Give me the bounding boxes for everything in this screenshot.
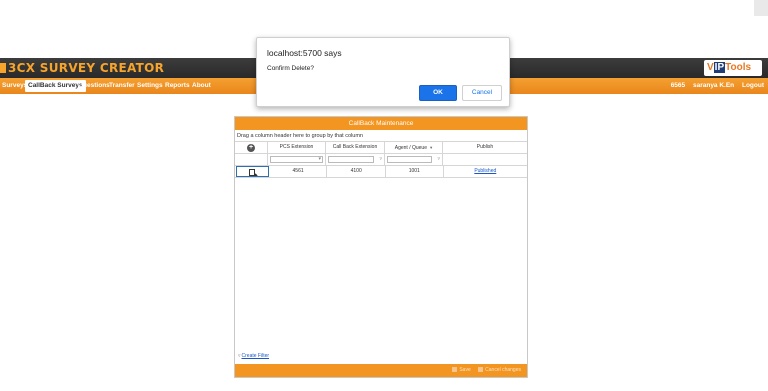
dropdown-arrow-icon[interactable]: ▾	[318, 154, 321, 165]
cancel-changes-button[interactable]: Cancel changes	[478, 367, 521, 373]
window-scroll-corner	[754, 0, 768, 16]
logo-v: V	[707, 62, 714, 73]
filter-call-back-extension: ▿	[326, 154, 385, 165]
nav-transfer[interactable]: Transfer	[109, 80, 135, 92]
nav-surveys[interactable]: Surveys	[2, 80, 27, 92]
app-logo-icon	[0, 63, 6, 73]
app-title-text: 3CX SURVEY CREATOR	[8, 61, 165, 75]
callback-grid: + PCS Extension Call Back Extension Agen…	[235, 142, 527, 178]
voiptools-logo: VIPTools	[704, 60, 762, 76]
dialog-message: Confirm Delete?	[267, 65, 314, 72]
filter-cell-empty	[235, 154, 268, 165]
dialog-title: localhost:5700 says	[267, 48, 342, 58]
page: 3CX SURVEY CREATOR VIPTools Surveys Call…	[0, 0, 768, 391]
nav-reports[interactable]: Reports	[165, 80, 190, 92]
cancel-button[interactable]: Cancel	[462, 85, 502, 101]
filter-agent-queue-input[interactable]	[387, 156, 432, 163]
add-icon[interactable]: +	[247, 144, 255, 152]
sort-arrow-icon: ▾	[429, 145, 433, 150]
group-drop-area[interactable]: Drag a column header here to group by th…	[235, 130, 527, 142]
column-header-pcs-extension[interactable]: PCS Extension	[268, 142, 326, 153]
column-header-call-back-extension[interactable]: Call Back Extension	[326, 142, 385, 153]
nav-callback-surveys[interactable]: CallBack Surveys	[25, 80, 86, 92]
filter-icon[interactable]: ▿	[437, 154, 440, 165]
filter-publish	[443, 154, 527, 165]
panel-footer: Save Cancel changes	[235, 364, 527, 377]
logo-ip: IP	[713, 62, 726, 73]
create-filter[interactable]: ▿Create Filter	[238, 353, 269, 359]
user-area: 6565 saranya K.En Logout	[665, 80, 764, 92]
cell-publish: Published	[444, 166, 527, 177]
callback-maintenance-panel: CallBack Maintenance Drag a column heade…	[234, 116, 528, 378]
logo-tools: Tools	[725, 62, 752, 73]
logout-link[interactable]: Logout	[742, 82, 764, 89]
grid-filter-row: ▾ ▿ ▿	[235, 154, 527, 166]
ok-button[interactable]: OK	[419, 85, 457, 101]
cell-call-back-extension: 4100	[327, 166, 386, 177]
save-label: Save	[459, 367, 471, 373]
edit-cell[interactable]	[236, 166, 269, 177]
filter-pcs-extension-dropdown[interactable]	[270, 156, 323, 163]
confirm-dialog: localhost:5700 says Confirm Delete? OK C…	[256, 37, 510, 107]
nav-questions[interactable]: Questions	[78, 80, 110, 92]
create-filter-link[interactable]: Create Filter	[242, 353, 270, 359]
grid-header-row: + PCS Extension Call Back Extension Agen…	[235, 142, 527, 154]
cancel-icon	[478, 367, 484, 372]
table-row[interactable]: 4561 4100 1001 Published	[235, 166, 527, 178]
cell-pcs-extension: 4561	[270, 166, 328, 177]
filter-icon: ▿	[238, 353, 241, 359]
edit-icon[interactable]	[249, 169, 256, 176]
user-extension: 6565	[670, 82, 686, 89]
filter-pcs-extension: ▾	[268, 154, 326, 165]
user-name: saranya K.En	[692, 82, 735, 89]
published-link[interactable]: Published	[474, 168, 496, 174]
app-title: 3CX SURVEY CREATOR	[0, 61, 164, 75]
panel-title: CallBack Maintenance	[235, 117, 527, 130]
save-icon	[452, 367, 458, 372]
column-header-publish[interactable]: Publish	[443, 142, 527, 153]
cell-agent-queue: 1001	[386, 166, 444, 177]
save-button[interactable]: Save	[452, 367, 471, 373]
filter-icon[interactable]: ▿	[379, 154, 382, 165]
nav-settings[interactable]: Settings	[137, 80, 163, 92]
filter-call-back-extension-input[interactable]	[328, 156, 374, 163]
nav-about[interactable]: About	[192, 80, 211, 92]
column-header-agent-queue[interactable]: Agent / Queue ▾	[385, 142, 443, 153]
cancel-changes-label: Cancel changes	[485, 367, 521, 373]
column-header-agent-queue-label: Agent / Queue	[394, 145, 427, 151]
add-row-cell[interactable]: +	[235, 142, 268, 153]
filter-agent-queue: ▿	[385, 154, 443, 165]
